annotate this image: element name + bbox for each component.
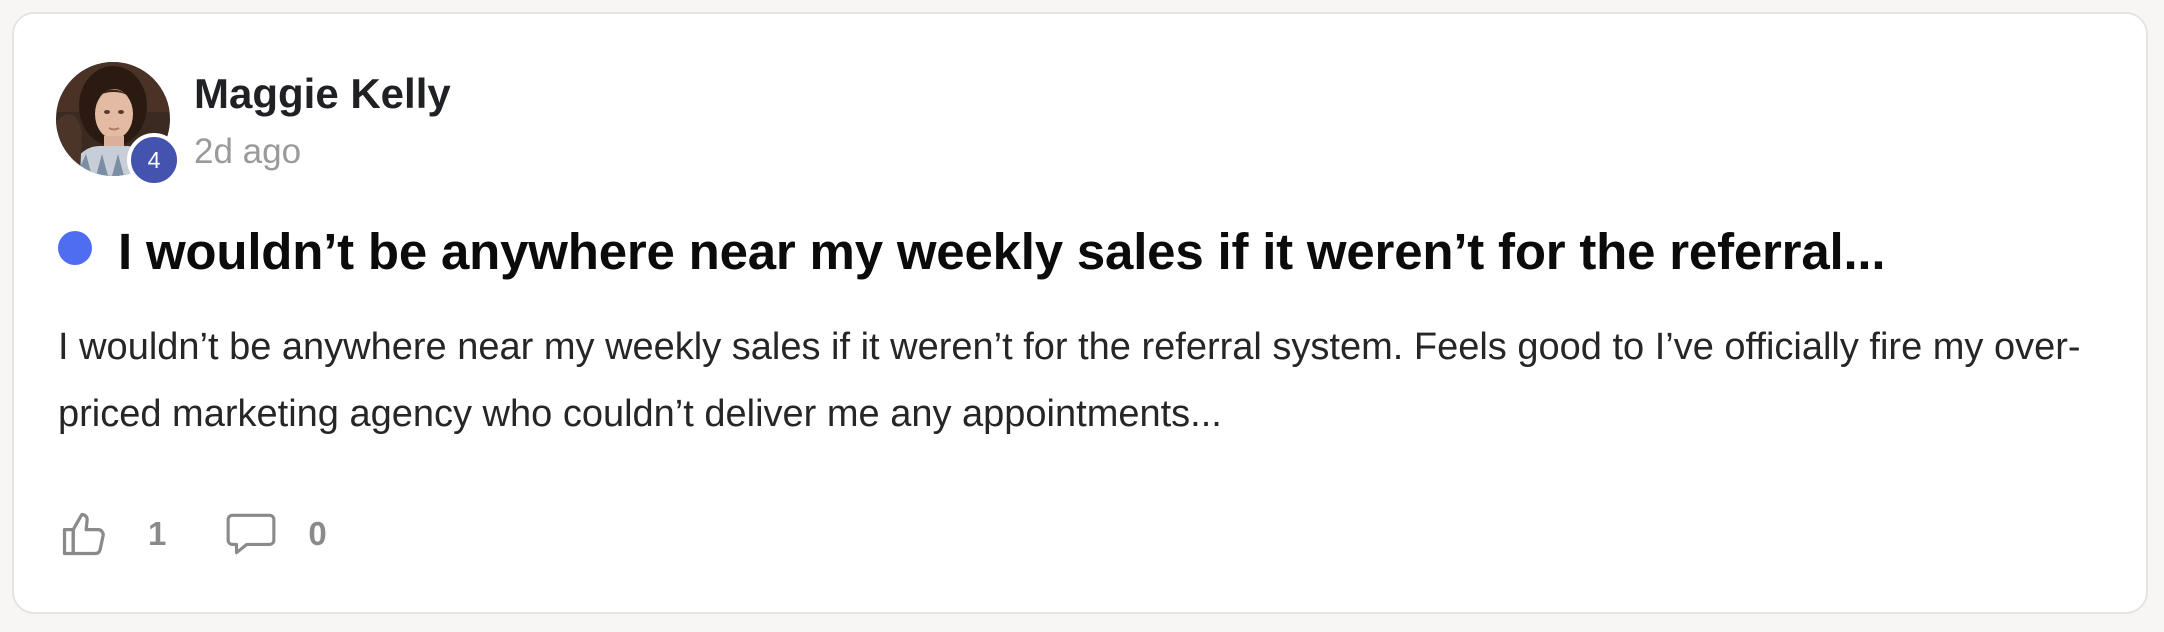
post-actions: 1 0 bbox=[58, 504, 327, 564]
like-button[interactable]: 1 bbox=[58, 508, 166, 560]
level-badge: 4 bbox=[127, 133, 181, 187]
comment-count: 0 bbox=[308, 515, 327, 552]
thumbs-up-icon bbox=[58, 508, 110, 560]
post-body[interactable]: I wouldn’t be anywhere near my weekly sa… bbox=[58, 314, 2098, 448]
post-card[interactable]: 4 Maggie Kelly 2d ago I wouldn’t be anyw… bbox=[12, 12, 2148, 614]
level-badge-number: 4 bbox=[147, 146, 161, 173]
author-name[interactable]: Maggie Kelly bbox=[194, 70, 451, 118]
post-title[interactable]: I wouldn’t be anywhere near my weekly sa… bbox=[118, 222, 1886, 281]
like-count: 1 bbox=[148, 515, 167, 552]
unread-indicator bbox=[58, 231, 92, 265]
post-timestamp: 2d ago bbox=[194, 132, 302, 171]
comment-button[interactable]: 0 bbox=[224, 509, 327, 559]
comment-bubble-icon bbox=[224, 509, 278, 559]
